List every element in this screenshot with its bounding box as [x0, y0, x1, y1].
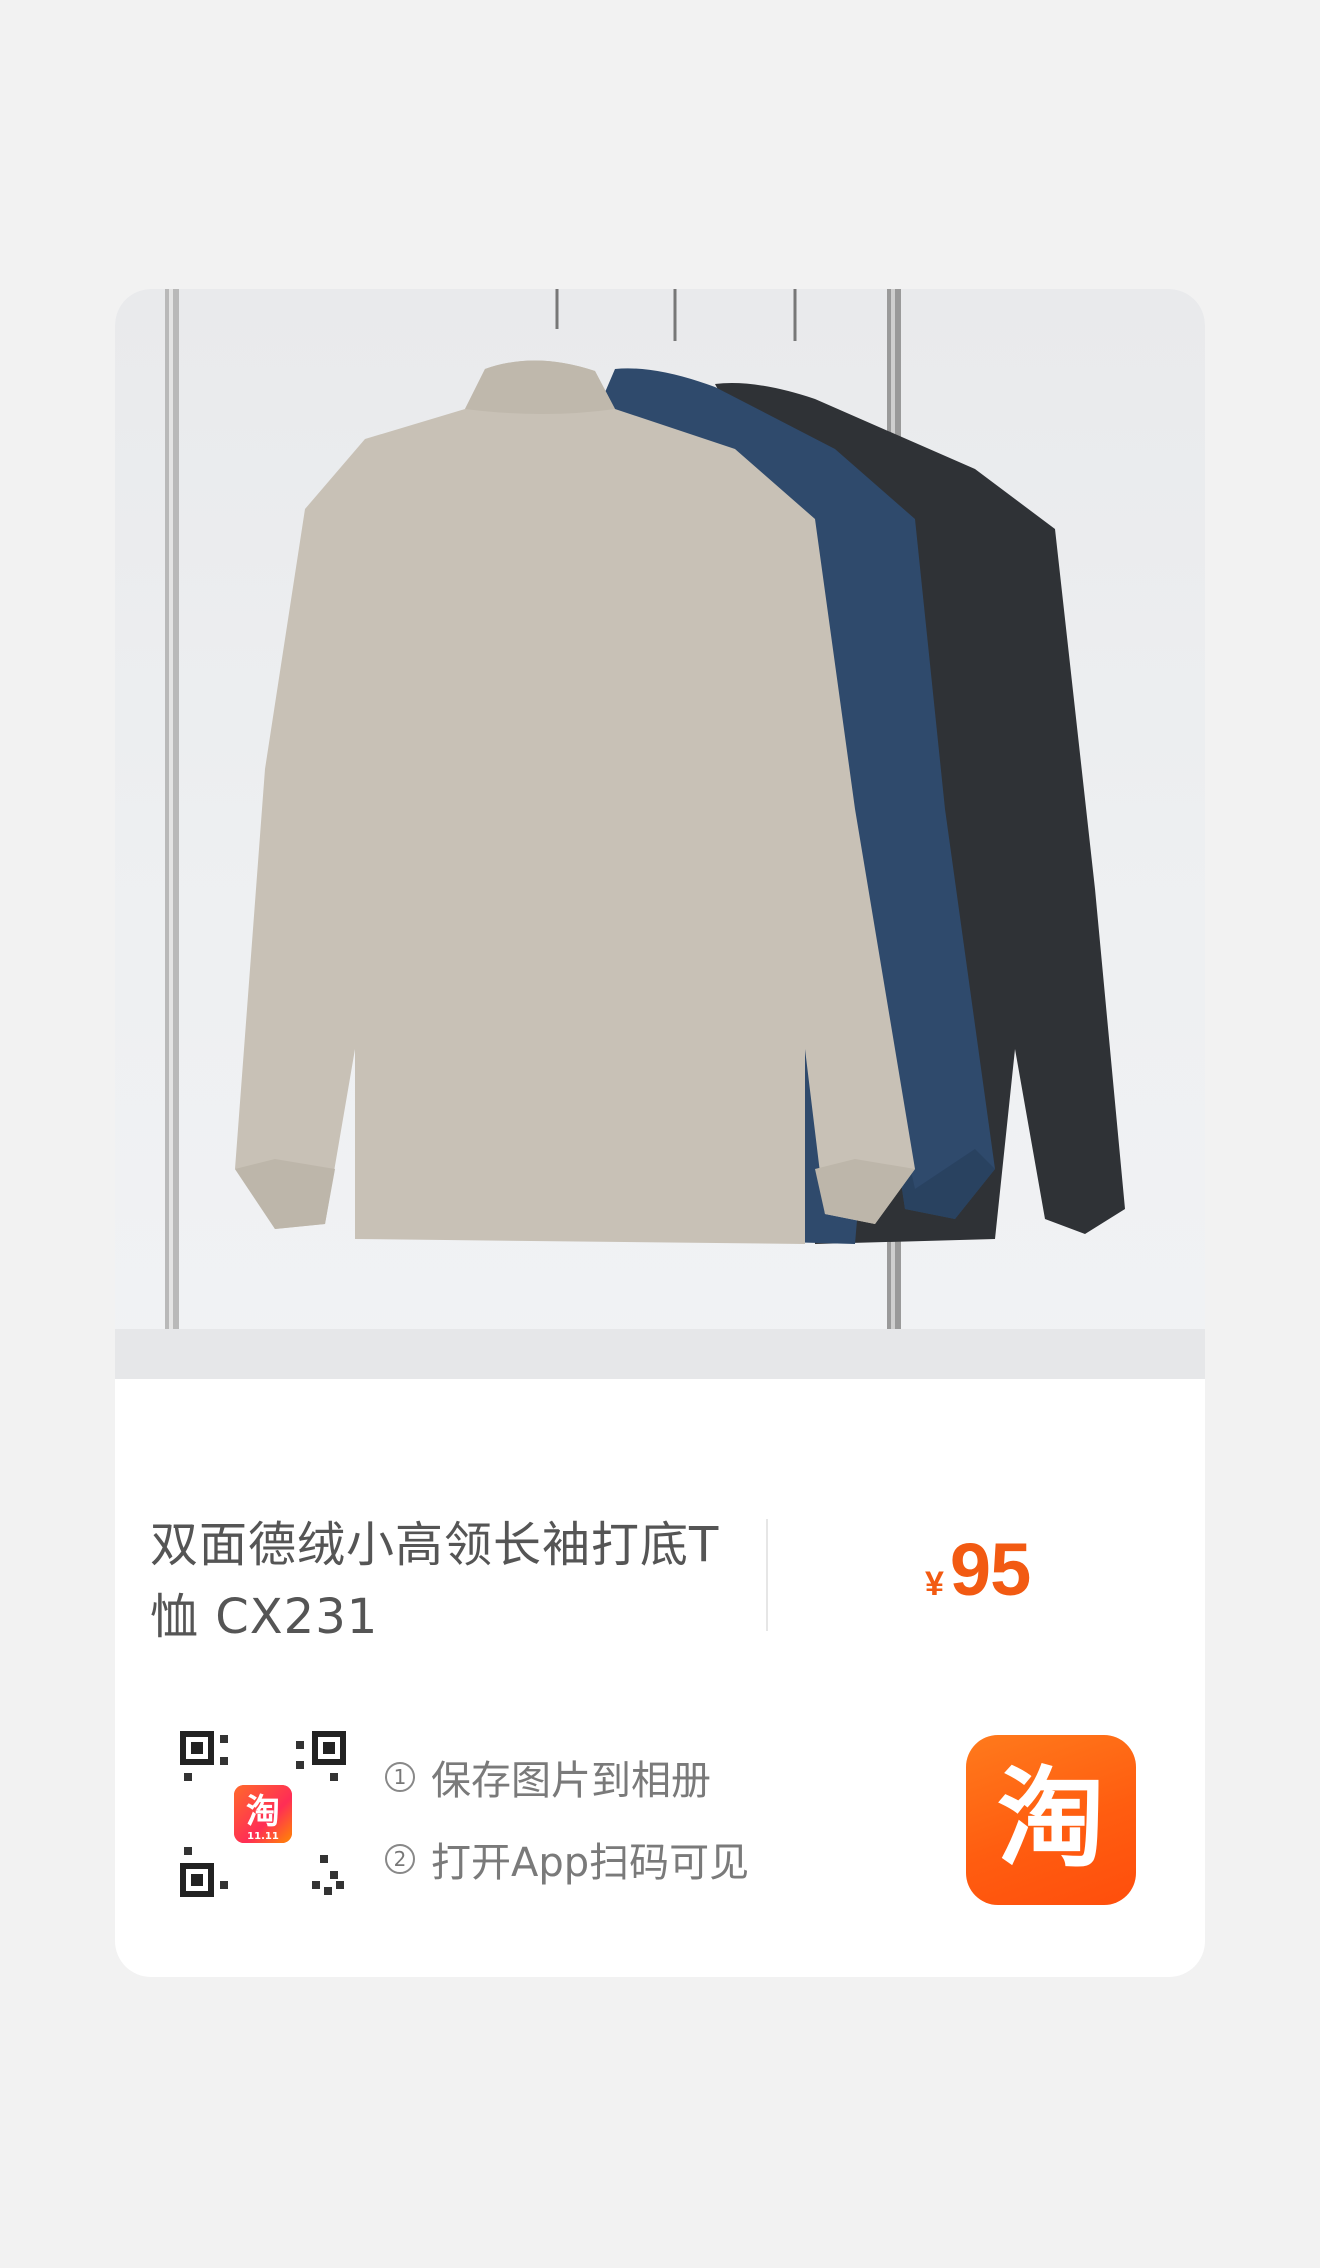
share-steps: 1 保存图片到相册 2 打开App扫码可见: [385, 1751, 749, 1915]
step-save-image: 1 保存图片到相册: [385, 1751, 749, 1804]
step-number-1: 1: [385, 1762, 415, 1792]
step-open-app: 2 打开App扫码可见: [385, 1833, 750, 1886]
taobao-app-icon[interactable]: 淘: [966, 1735, 1136, 1905]
share-card: 双面德绒小高领长袖打底T恤 CX231 ¥ 95 淘 11.11 1 保存图片到…: [115, 289, 1205, 1977]
product-title: 双面德绒小高领长袖打底T恤 CX231: [150, 1517, 720, 1645]
step-text-2: 打开App扫码可见: [431, 1840, 750, 1886]
product-price: ¥ 95: [925, 1527, 1031, 1612]
qr-code-icon[interactable]: 淘 11.11: [180, 1731, 346, 1897]
price-amount: 95: [949, 1528, 1031, 1611]
app-icon-glyph: 淘: [996, 1757, 1105, 1882]
step-number-2: 2: [385, 1844, 415, 1874]
product-photo[interactable]: [115, 289, 1205, 1379]
step-text-1: 保存图片到相册: [431, 1758, 711, 1804]
qr-badge-sub: 11.11: [247, 1831, 279, 1842]
price-currency: ¥: [925, 1565, 944, 1603]
qr-badge-glyph: 淘: [246, 1792, 280, 1832]
title-price-divider: [766, 1519, 768, 1631]
